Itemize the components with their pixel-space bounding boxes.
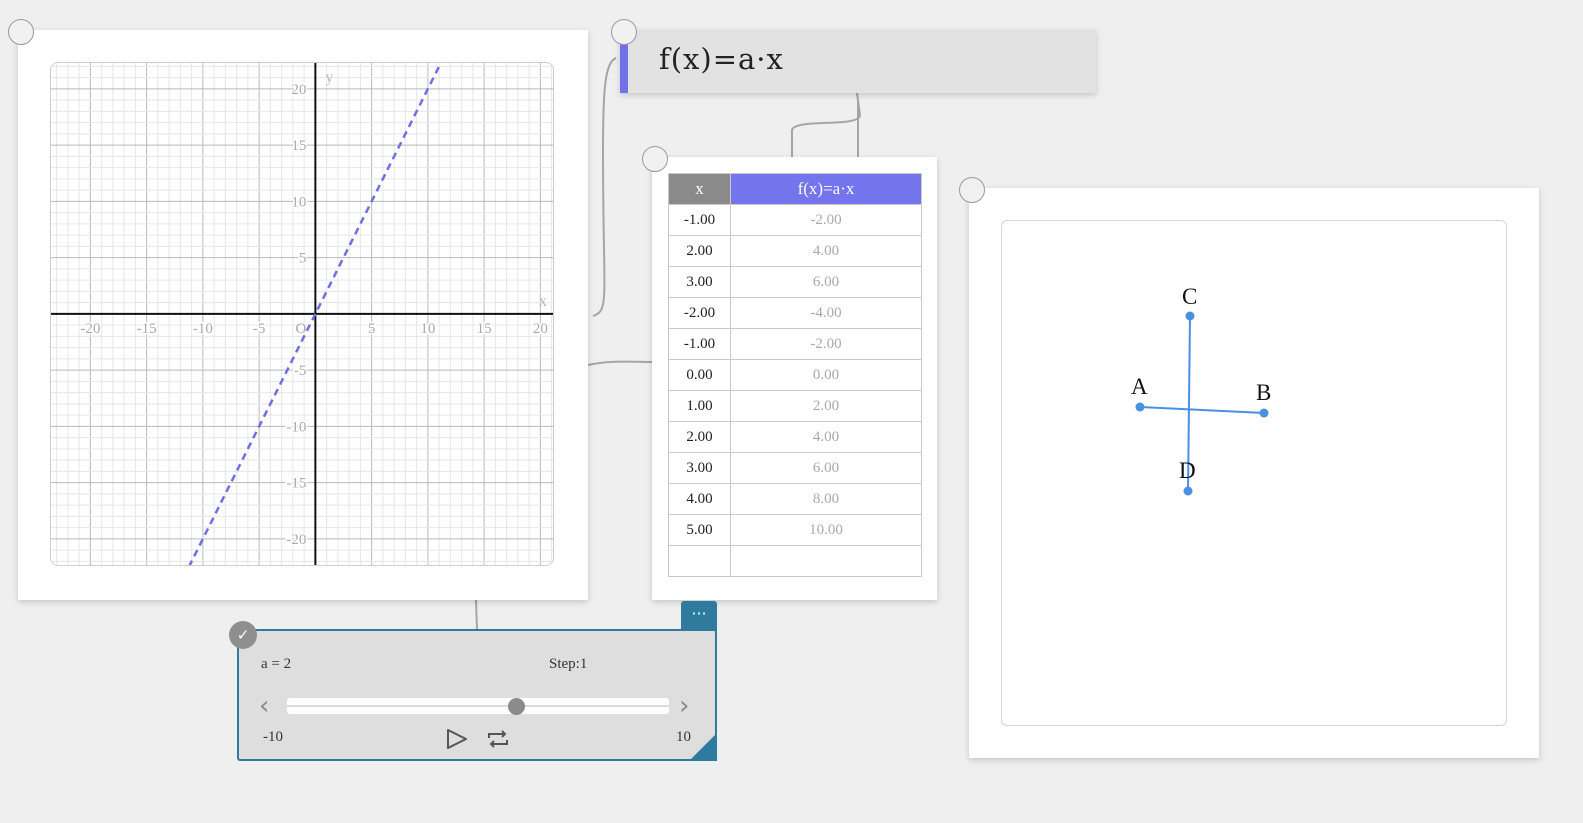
slider-track[interactable] <box>287 698 669 714</box>
table-cell-fx[interactable]: 0.00 <box>730 359 922 391</box>
x-tick-label: 15 <box>477 321 492 337</box>
ellipsis-icon[interactable]: ··· <box>681 601 717 631</box>
segment-ab <box>1139 406 1265 414</box>
table-cell-x[interactable]: -1.00 <box>668 328 731 360</box>
table-cell-fx[interactable]: 4.00 <box>730 235 922 267</box>
table-header-x[interactable]: x <box>668 173 731 205</box>
loop-icon[interactable] <box>485 728 511 750</box>
formula-panel-handle[interactable] <box>611 19 637 45</box>
table-cell-x[interactable]: -1.00 <box>668 204 731 236</box>
graph-panel-handle[interactable] <box>8 19 34 45</box>
table-row[interactable]: -1.00 -2.00 <box>668 328 922 360</box>
table-panel-handle[interactable] <box>642 146 668 172</box>
table-cell-x[interactable]: 2.00 <box>668 421 731 453</box>
table-cell-x[interactable]: 0.00 <box>668 359 731 391</box>
y-axis-label: y <box>325 69 333 86</box>
table-cell-x[interactable]: 4.00 <box>668 483 731 515</box>
chevron-left-icon[interactable]: ‹ <box>259 691 269 721</box>
table-panel[interactable]: x f(x)=a·x -1.00 -2.00 2.00 4.00 3.00 6.00 -2.… <box>652 157 937 600</box>
slider-panel[interactable]: a = 2 Step:1 ‹ › -10 10 <box>237 629 717 761</box>
x-axis-label: x <box>539 293 547 310</box>
table-cell-fx[interactable]: -2.00 <box>730 204 922 236</box>
geometry-panel[interactable]: A B C D <box>969 188 1539 758</box>
point-label-b: B <box>1256 380 1271 405</box>
point-c[interactable] <box>1185 311 1195 321</box>
slider-value-label: a = 2 <box>261 656 292 672</box>
table-cell-fx[interactable]: 10.00 <box>730 514 922 546</box>
coordinate-plane[interactable]: -20 -15 -10 -5 5 10 15 20 20 15 10 5 -5 -10 -15 -20 Ox y <box>51 63 554 566</box>
table-row[interactable]: 5.00 10.00 <box>668 514 922 546</box>
table-cell-fx[interactable]: 2.00 <box>730 390 922 422</box>
point-b[interactable] <box>1259 408 1269 418</box>
x-tick-label: 10 <box>420 321 435 337</box>
table-cell-fx[interactable]: 6.00 <box>730 266 922 298</box>
y-tick-label: -10 <box>286 419 306 435</box>
point-label-d: D <box>1179 458 1196 483</box>
table-cell-fx[interactable]: -4.00 <box>730 297 922 329</box>
y-tick-label: -20 <box>286 532 306 548</box>
table-cell-fx[interactable]: -2.00 <box>730 328 922 360</box>
table-cell-fx[interactable]: 4.00 <box>730 421 922 453</box>
play-icon[interactable] <box>445 728 469 750</box>
table-row[interactable]: 0.00 0.00 <box>668 359 922 391</box>
y-tick-label: 20 <box>291 82 306 98</box>
x-tick-label: -5 <box>253 321 266 337</box>
table-row[interactable]: 3.00 6.00 <box>668 452 922 484</box>
x-tick-label: -15 <box>137 321 157 337</box>
graph-canvas[interactable]: -20 -15 -10 -5 5 10 15 20 20 15 10 5 -5 -10 -15 -20 Ox y <box>50 62 554 566</box>
table-row[interactable] <box>668 545 922 577</box>
y-tick-label: -15 <box>286 476 306 492</box>
graph-panel[interactable]: -20 -15 -10 -5 5 10 15 20 20 15 10 5 -5 -10 -15 -20 Ox y <box>18 30 588 600</box>
resize-handle-icon[interactable] <box>689 733 717 761</box>
y-tick-label: -5 <box>294 363 307 379</box>
table-cell-x[interactable]: 2.00 <box>668 235 731 267</box>
table-cell-x[interactable]: 3.00 <box>668 266 731 298</box>
table-cell-x[interactable]: 5.00 <box>668 514 731 546</box>
point-d[interactable] <box>1183 486 1193 496</box>
check-icon[interactable]: ✓ <box>229 621 257 649</box>
table-cell-fx[interactable]: 8.00 <box>730 483 922 515</box>
origin-label: O <box>296 321 307 337</box>
table-row[interactable]: -2.00 -4.00 <box>668 297 922 329</box>
geometry-panel-handle[interactable] <box>959 177 985 203</box>
table-cell-x[interactable]: 3.00 <box>668 452 731 484</box>
x-tick-label: -10 <box>193 321 213 337</box>
table-row[interactable]: 2.00 4.00 <box>668 235 922 267</box>
table-cell-fx[interactable] <box>730 545 922 577</box>
slider-min-label[interactable]: -10 <box>263 729 283 746</box>
y-tick-label: 5 <box>299 251 307 267</box>
table-cell-fx[interactable]: 6.00 <box>730 452 922 484</box>
value-table[interactable]: x f(x)=a·x -1.00 -2.00 2.00 4.00 3.00 6.00 -2.… <box>668 173 922 577</box>
geometry-canvas[interactable]: A B C D <box>1001 220 1507 726</box>
y-tick-label: 10 <box>291 194 306 210</box>
table-cell-x[interactable] <box>668 545 731 577</box>
x-tick-label: -20 <box>80 321 100 337</box>
slider-step-label[interactable]: Step:1 <box>549 656 587 673</box>
table-cell-x[interactable]: 1.00 <box>668 390 731 422</box>
formula-panel[interactable]: f(x)=a·x <box>620 30 1096 93</box>
table-header-fx[interactable]: f(x)=a·x <box>730 173 922 205</box>
table-cell-x[interactable]: -2.00 <box>668 297 731 329</box>
y-tick-label: 15 <box>291 138 306 154</box>
point-label-a: A <box>1131 374 1148 399</box>
table-row[interactable]: 4.00 8.00 <box>668 483 922 515</box>
table-row[interactable]: 3.00 6.00 <box>668 266 922 298</box>
table-row[interactable]: 2.00 4.00 <box>668 421 922 453</box>
x-tick-label: 20 <box>533 321 548 337</box>
table-row[interactable]: 1.00 2.00 <box>668 390 922 422</box>
geometry-drawing[interactable]: A B C D <box>1002 221 1508 727</box>
x-tick-label: 5 <box>368 321 376 337</box>
formula-expression[interactable]: f(x)=a·x <box>659 42 784 76</box>
point-label-c: C <box>1182 284 1197 309</box>
chevron-right-icon[interactable]: › <box>679 691 689 721</box>
point-a[interactable] <box>1135 402 1145 412</box>
table-row[interactable]: -1.00 -2.00 <box>668 204 922 236</box>
